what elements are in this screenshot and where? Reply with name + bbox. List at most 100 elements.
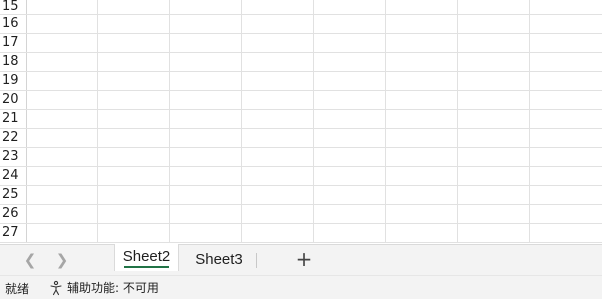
accessibility-status[interactable]: 辅助功能: 不可用 (48, 279, 159, 296)
cell[interactable] (314, 205, 386, 223)
cell[interactable] (386, 72, 458, 90)
cell[interactable] (170, 110, 242, 128)
cell[interactable] (27, 186, 98, 204)
cell[interactable] (170, 15, 242, 33)
cell[interactable] (170, 34, 242, 52)
cell[interactable] (530, 15, 602, 33)
cell[interactable] (530, 91, 602, 109)
cell[interactable] (314, 224, 386, 242)
row-header[interactable]: 15 (0, 0, 27, 14)
cell[interactable] (530, 148, 602, 166)
cell[interactable] (27, 148, 98, 166)
cell[interactable] (242, 205, 314, 223)
cell[interactable] (98, 148, 170, 166)
cell[interactable] (458, 72, 530, 90)
cell[interactable] (98, 91, 170, 109)
row-header[interactable]: 18 (0, 53, 27, 71)
cell[interactable] (242, 129, 314, 147)
row-header[interactable]: 22 (0, 129, 27, 147)
cell[interactable] (386, 110, 458, 128)
cell[interactable] (27, 0, 98, 14)
cell[interactable] (98, 0, 170, 14)
cell[interactable] (314, 15, 386, 33)
cell[interactable] (458, 186, 530, 204)
cell[interactable] (530, 129, 602, 147)
cell[interactable] (170, 91, 242, 109)
cell[interactable] (242, 0, 314, 14)
cell[interactable] (386, 53, 458, 71)
cell[interactable] (314, 129, 386, 147)
cell[interactable] (386, 129, 458, 147)
cell[interactable] (27, 72, 98, 90)
cell[interactable] (458, 0, 530, 14)
cell[interactable] (98, 34, 170, 52)
cell[interactable] (242, 53, 314, 71)
cell[interactable] (98, 110, 170, 128)
cell[interactable] (27, 167, 98, 185)
cell[interactable] (170, 205, 242, 223)
cell[interactable] (27, 129, 98, 147)
cell[interactable] (458, 91, 530, 109)
row-header[interactable]: 21 (0, 110, 27, 128)
cell[interactable] (27, 110, 98, 128)
cell[interactable] (27, 53, 98, 71)
cell[interactable] (98, 53, 170, 71)
cell[interactable] (242, 91, 314, 109)
cell[interactable] (386, 224, 458, 242)
cell[interactable] (530, 205, 602, 223)
cell[interactable] (242, 110, 314, 128)
cell[interactable] (458, 53, 530, 71)
cell[interactable] (530, 167, 602, 185)
worksheet-grid[interactable]: 15 16 17 18 19 20 21 22 23 24 25 26 27 (0, 0, 602, 244)
cell[interactable] (27, 15, 98, 33)
cell[interactable] (458, 205, 530, 223)
cell[interactable] (27, 91, 98, 109)
cell[interactable] (530, 72, 602, 90)
cell[interactable] (242, 186, 314, 204)
cell[interactable] (170, 224, 242, 242)
row-header[interactable]: 23 (0, 148, 27, 166)
cell[interactable] (170, 186, 242, 204)
cell[interactable] (458, 15, 530, 33)
cell[interactable] (242, 34, 314, 52)
chevron-left-icon[interactable]: ❮ (21, 251, 39, 269)
cell[interactable] (314, 186, 386, 204)
cell[interactable] (98, 224, 170, 242)
cell[interactable] (314, 110, 386, 128)
row-header[interactable]: 24 (0, 167, 27, 185)
sheet-tab-sheet2[interactable]: Sheet2 (114, 244, 179, 271)
sheet-tab-sheet3[interactable]: Sheet3 (184, 245, 254, 275)
cell[interactable] (386, 167, 458, 185)
cell[interactable] (242, 167, 314, 185)
cell[interactable] (98, 186, 170, 204)
cell[interactable] (386, 186, 458, 204)
cell[interactable] (242, 148, 314, 166)
cell[interactable] (314, 0, 386, 14)
cell[interactable] (530, 224, 602, 242)
cell[interactable] (98, 205, 170, 223)
cell[interactable] (170, 129, 242, 147)
cell[interactable] (458, 34, 530, 52)
row-header[interactable]: 20 (0, 91, 27, 109)
row-header[interactable]: 27 (0, 224, 27, 242)
cell[interactable] (386, 0, 458, 14)
cell[interactable] (170, 167, 242, 185)
row-header[interactable]: 17 (0, 34, 27, 52)
cell[interactable] (27, 205, 98, 223)
row-header[interactable]: 25 (0, 186, 27, 204)
cell[interactable] (242, 15, 314, 33)
cell[interactable] (170, 72, 242, 90)
cell[interactable] (530, 0, 602, 14)
cell[interactable] (386, 91, 458, 109)
cell[interactable] (170, 53, 242, 71)
cell[interactable] (530, 34, 602, 52)
cell[interactable] (170, 148, 242, 166)
cell[interactable] (530, 186, 602, 204)
cell[interactable] (386, 15, 458, 33)
cell[interactable] (98, 72, 170, 90)
cell[interactable] (27, 224, 98, 242)
cell[interactable] (458, 110, 530, 128)
chevron-right-icon[interactable]: ❯ (53, 251, 71, 269)
row-header[interactable]: 19 (0, 72, 27, 90)
cell[interactable] (242, 72, 314, 90)
